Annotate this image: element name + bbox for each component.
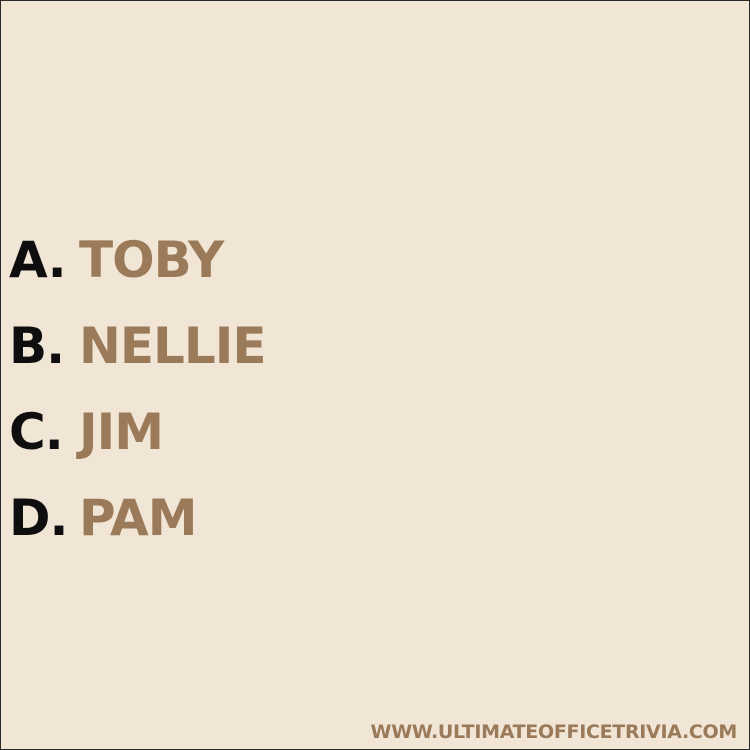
option-answer: TOBY <box>79 231 224 289</box>
option-letter: B. <box>9 317 65 375</box>
answer-option-c: C. JIM <box>9 389 609 475</box>
website-url: WWW.ULTIMATEOFFICETRIVIA.COM <box>370 721 738 743</box>
option-answer: JIM <box>79 403 164 461</box>
option-answer: NELLIE <box>79 317 266 375</box>
answer-option-a: A. TOBY <box>9 217 609 303</box>
option-letter: A. <box>9 231 67 289</box>
option-letter: C. <box>9 403 64 461</box>
answer-option-d: D. PAM <box>9 475 609 561</box>
answer-option-b: B. NELLIE <box>9 303 609 389</box>
option-answer: PAM <box>79 489 198 547</box>
answer-options-list: A. TOBY B. NELLIE C. JIM D. PAM <box>9 217 609 561</box>
option-letter: D. <box>9 489 69 547</box>
